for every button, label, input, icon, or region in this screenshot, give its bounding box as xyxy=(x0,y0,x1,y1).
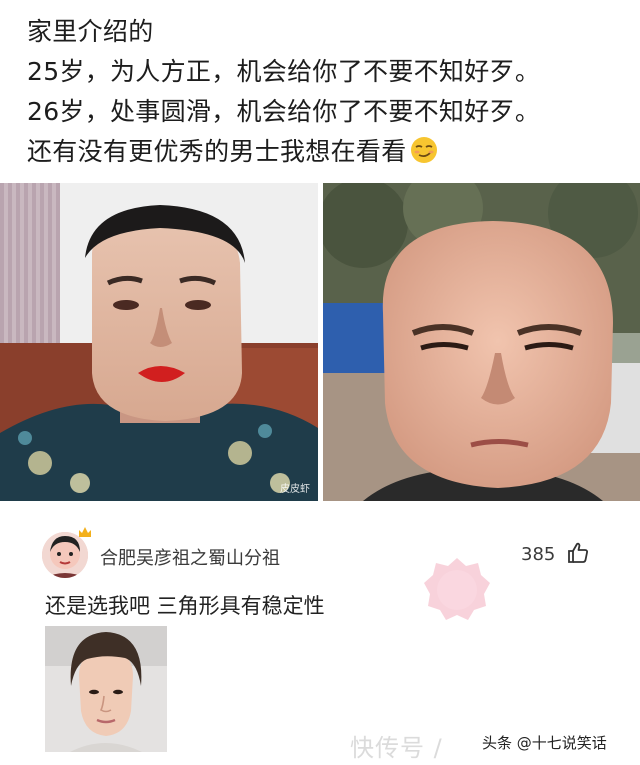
post-line-4: 还有没有更优秀的男士我想在看看 xyxy=(27,132,627,172)
source-watermark: 头条 @十七说笑话 xyxy=(482,732,607,753)
comment-card: 合肥吴彦祖之蜀山分祖 385 还是选我吧 三角形具有稳定性 快传号 / 头条 @… xyxy=(0,504,640,765)
stamp-watermark xyxy=(424,558,490,620)
post-line-1: 家里介绍的 xyxy=(27,17,154,46)
photo-left[interactable]: 皮皮虾 xyxy=(0,183,318,501)
crown-icon xyxy=(79,527,91,537)
smirk-emoji-icon xyxy=(410,137,437,163)
screenshot-page: 家里介绍的 25岁，为人方正，机会给你了不要不知好歹。 26岁，处事圆滑，机会给… xyxy=(0,0,640,765)
commenter-username[interactable]: 合肥吴彦祖之蜀山分祖 xyxy=(100,544,280,570)
commenter-avatar[interactable] xyxy=(42,532,88,578)
reply-photo[interactable] xyxy=(45,626,167,752)
post-line-4-text: 还有没有更优秀的男士我想在看看 xyxy=(27,137,407,166)
comment-text: 还是选我吧 三角形具有稳定性 xyxy=(45,594,325,618)
photo-right[interactable] xyxy=(323,183,640,501)
thumbs-up-icon[interactable] xyxy=(566,541,590,565)
photo-right-image xyxy=(323,183,640,501)
photo-left-image xyxy=(0,183,318,501)
avatar-image xyxy=(42,532,88,578)
post-text: 家里介绍的 25岁，为人方正，机会给你了不要不知好歹。 26岁，处事圆滑，机会给… xyxy=(27,12,627,172)
photo-watermark: 皮皮虾 xyxy=(280,484,310,495)
post-line-2: 25岁，为人方正，机会给你了不要不知好歹。 xyxy=(27,57,541,86)
reply-photo-image xyxy=(45,626,167,752)
faint-watermark: 快传号 / xyxy=(350,734,443,762)
like-count: 385 xyxy=(521,544,556,565)
post-line-3: 26岁，处事圆滑，机会给你了不要不知好歹。 xyxy=(27,97,541,126)
